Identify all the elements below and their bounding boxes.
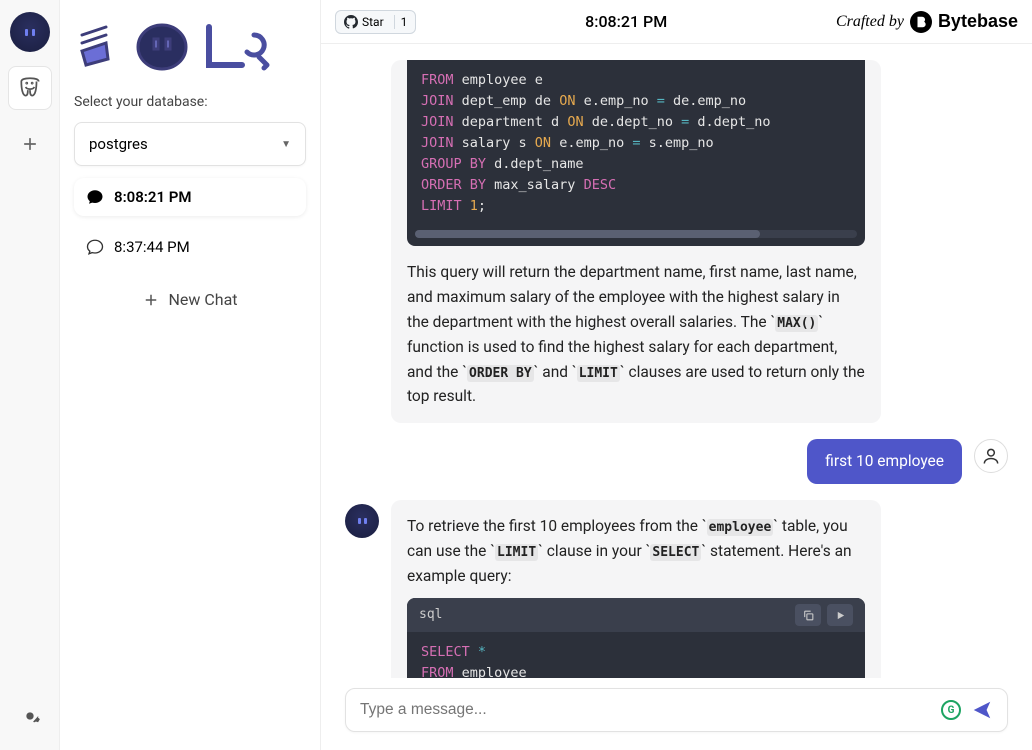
code-block: FROM employee e JOIN dept_emp de ON e.em… xyxy=(407,60,865,246)
user-bubble: first 10 employee xyxy=(807,439,962,484)
brand-name: Bytebase xyxy=(938,11,1018,32)
rail-add-button[interactable] xyxy=(8,122,52,166)
chat-scroll[interactable]: FROM employee e JOIN dept_emp de ON e.em… xyxy=(321,44,1032,678)
message-input[interactable] xyxy=(360,701,931,719)
github-icon xyxy=(344,15,358,29)
user-avatar xyxy=(974,439,1008,473)
message-user: first 10 employee xyxy=(345,439,1008,484)
code-block: sql SELECT * FROM employee xyxy=(407,598,865,678)
plus-icon xyxy=(142,291,160,309)
bytebase-icon xyxy=(910,11,932,33)
user-icon xyxy=(981,446,1001,466)
topbar: Star 1 8:08:21 PM Crafted by Bytebase xyxy=(321,0,1032,44)
new-chat-button[interactable]: New Chat xyxy=(74,278,306,321)
chat-item[interactable]: 8:37:44 PM xyxy=(74,228,306,266)
db-select-value: postgres xyxy=(89,135,148,153)
chat-item-label: 8:08:21 PM xyxy=(114,188,192,206)
code-scrollbar[interactable] xyxy=(415,230,857,238)
bot-avatar xyxy=(345,504,379,538)
message-assistant: To retrieve the first 10 employees from … xyxy=(345,500,1008,678)
github-star-count: 1 xyxy=(394,15,408,29)
sql-logo xyxy=(74,12,306,82)
code-body[interactable]: FROM employee e JOIN dept_emp de ON e.em… xyxy=(407,60,865,230)
chat-item-label: 8:37:44 PM xyxy=(114,238,190,256)
grammarly-icon[interactable]: G xyxy=(941,700,961,720)
chevron-down-icon: ▼ xyxy=(281,139,291,150)
assistant-bubble: To retrieve the first 10 employees from … xyxy=(391,500,881,678)
send-button[interactable] xyxy=(971,699,993,721)
input-area: G xyxy=(321,678,1032,750)
send-icon xyxy=(971,699,993,721)
play-icon xyxy=(835,610,846,621)
assistant-text: To retrieve the first 10 employees from … xyxy=(407,514,865,588)
crafted-prefix: Crafted by xyxy=(836,13,904,31)
assistant-text: This query will return the department na… xyxy=(407,260,865,409)
db-select-label: Select your database: xyxy=(74,94,306,110)
gear-icon xyxy=(19,705,41,727)
run-code-button[interactable] xyxy=(827,604,853,626)
rail-db-postgres[interactable] xyxy=(8,66,52,110)
plus-icon xyxy=(20,134,40,154)
main-panel: Star 1 8:08:21 PM Crafted by Bytebase FR… xyxy=(320,0,1032,750)
copy-icon xyxy=(802,609,815,622)
message-input-wrap[interactable]: G xyxy=(345,688,1008,732)
crafted-by[interactable]: Crafted by Bytebase xyxy=(836,11,1018,33)
rail-bot-avatar[interactable] xyxy=(8,10,52,54)
code-body[interactable]: SELECT * FROM employee xyxy=(407,632,865,678)
github-star-button[interactable]: Star 1 xyxy=(335,10,416,34)
db-select[interactable]: postgres ▼ xyxy=(74,122,306,166)
chat-filled-icon xyxy=(86,188,104,206)
sidebar: Select your database: postgres ▼ 8:08:21… xyxy=(60,0,320,750)
chat-item-active[interactable]: 8:08:21 PM xyxy=(74,178,306,216)
rail-settings-button[interactable] xyxy=(8,694,52,738)
message-assistant: FROM employee e JOIN dept_emp de ON e.em… xyxy=(345,60,1008,423)
nav-rail xyxy=(0,0,60,750)
new-chat-label: New Chat xyxy=(168,290,237,309)
copy-code-button[interactable] xyxy=(795,604,821,626)
page-title: 8:08:21 PM xyxy=(585,12,667,31)
user-text: first 10 employee xyxy=(825,452,944,470)
code-lang: sql xyxy=(419,605,442,626)
postgres-icon xyxy=(17,75,43,101)
github-star-label: Star xyxy=(362,15,384,29)
assistant-bubble: FROM employee e JOIN dept_emp de ON e.em… xyxy=(391,60,881,423)
chat-outline-icon xyxy=(86,238,104,256)
